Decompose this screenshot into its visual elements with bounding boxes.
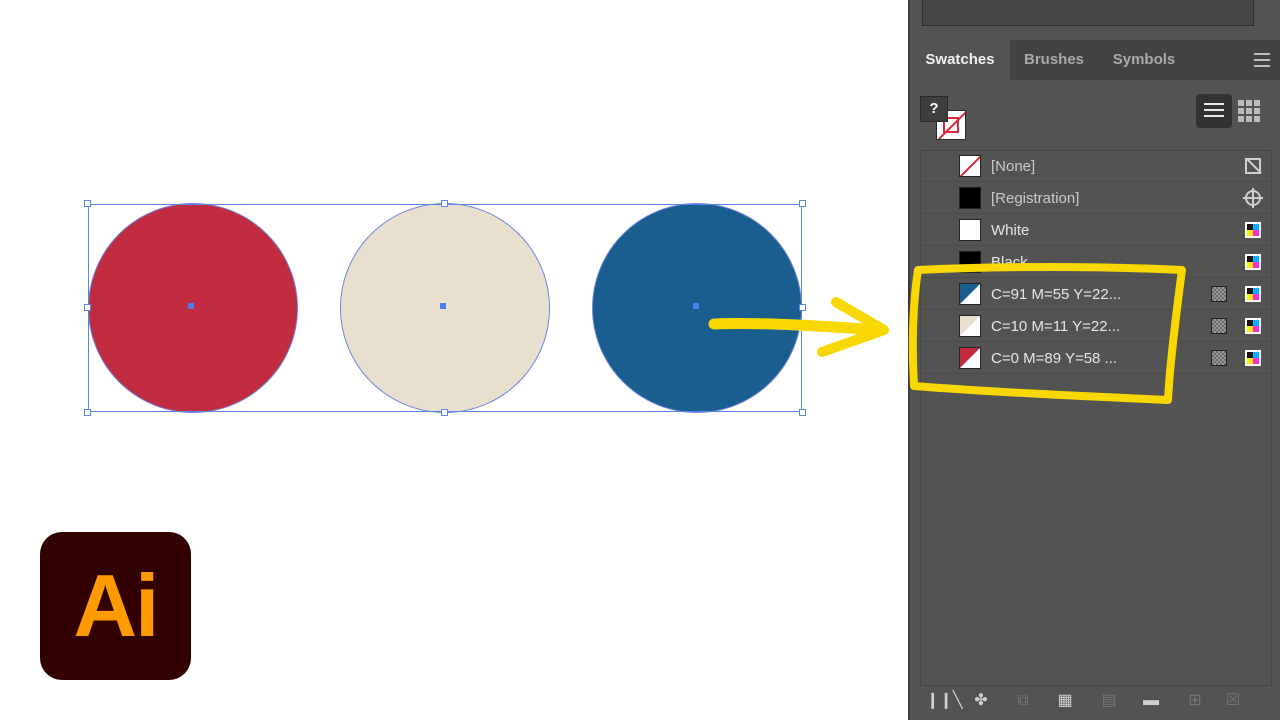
global-color-icon: [1211, 350, 1227, 366]
swatch-libraries-icon[interactable]: ❙❙╲: [926, 692, 962, 710]
swatch-row-black[interactable]: Black: [921, 247, 1271, 278]
color-group-icon[interactable]: ▤: [1098, 692, 1120, 710]
selection-handle[interactable]: [84, 304, 91, 311]
fill-unknown-icon[interactable]: ?: [920, 96, 948, 122]
selection-handle[interactable]: [441, 200, 448, 207]
upper-panel-field: [922, 0, 1254, 26]
artboard-canvas[interactable]: Ai: [0, 0, 908, 720]
place-swatches-icon[interactable]: ⧉: [1012, 692, 1034, 710]
swatch-row-red[interactable]: C=0 M=89 Y=58 ...: [921, 343, 1271, 374]
blue-swatch-chip: [959, 283, 981, 305]
swatch-options-icon[interactable]: ▦: [1054, 692, 1076, 710]
tab-symbols[interactable]: Symbols: [1098, 40, 1190, 80]
swatch-row-none[interactable]: [None]: [921, 151, 1271, 182]
swatch-row-blue[interactable]: C=91 M=55 Y=22...: [921, 279, 1271, 310]
logo-text: Ai: [73, 556, 160, 655]
cmyk-mode-icon: [1245, 254, 1261, 270]
panel-tab-bar: Swatches Brushes Symbols: [910, 40, 1280, 80]
none-swatch-chip: [959, 155, 981, 177]
new-swatch-icon[interactable]: ⊞: [1184, 692, 1206, 710]
fill-stroke-indicator[interactable]: ?: [920, 96, 970, 142]
tab-brushes[interactable]: Brushes: [1010, 40, 1098, 80]
registration-icon: [1243, 188, 1263, 208]
global-color-icon: [1211, 318, 1227, 334]
cmyk-mode-icon: [1245, 318, 1261, 334]
swatch-name: C=91 M=55 Y=22...: [991, 286, 1122, 303]
swatch-name: C=10 M=11 Y=22...: [991, 318, 1121, 335]
swatches-panel: Swatches Brushes Symbols ? [None] [Regis…: [908, 0, 1280, 720]
panel-bottom-toolbar: ❙❙╲ ✤ ⧉ ▦ ▤ ▬ ⊞ ☒: [922, 688, 1272, 716]
global-color-icon: [1211, 286, 1227, 302]
beige-swatch-chip: [959, 315, 981, 337]
swatch-list[interactable]: [None] [Registration] White Black C=91 M…: [920, 150, 1272, 686]
white-swatch-chip: [959, 219, 981, 241]
red-swatch-chip: [959, 347, 981, 369]
registration-swatch-chip: [959, 187, 981, 209]
selection-handle[interactable]: [799, 409, 806, 416]
cmyk-mode-icon: [1245, 222, 1261, 238]
swatch-name: White: [991, 222, 1030, 239]
new-color-group-icon[interactable]: ▬: [1140, 692, 1162, 710]
cmyk-mode-icon: [1245, 350, 1261, 366]
cmyk-mode-icon: [1245, 286, 1261, 302]
swatch-row-beige[interactable]: C=10 M=11 Y=22...: [921, 311, 1271, 342]
selection-handle[interactable]: [84, 200, 91, 207]
swatch-name: [None]: [991, 158, 1036, 175]
black-swatch-chip: [959, 251, 981, 273]
selection-handle[interactable]: [799, 304, 806, 311]
list-view-icon[interactable]: [1196, 94, 1232, 128]
swatch-name: Black: [991, 254, 1028, 271]
grid-view-icon[interactable]: [1238, 100, 1260, 122]
swatch-row-registration[interactable]: [Registration]: [921, 183, 1271, 214]
tab-swatches[interactable]: Swatches: [910, 40, 1010, 80]
swatch-name: [Registration]: [991, 190, 1080, 207]
view-toggle: [1196, 94, 1272, 130]
selection-handle[interactable]: [84, 409, 91, 416]
selection-handle[interactable]: [441, 409, 448, 416]
delete-swatch-icon[interactable]: ☒: [1222, 692, 1244, 710]
panel-menu-icon[interactable]: [1254, 53, 1270, 67]
selection-bounding-box: [88, 204, 802, 412]
no-color-icon: [1245, 158, 1261, 174]
swatch-name: C=0 M=89 Y=58 ...: [991, 350, 1118, 367]
selection-handle[interactable]: [799, 200, 806, 207]
swatch-row-white[interactable]: White: [921, 215, 1271, 246]
show-kinds-icon[interactable]: ✤: [970, 692, 992, 710]
illustrator-logo: Ai: [40, 532, 191, 680]
